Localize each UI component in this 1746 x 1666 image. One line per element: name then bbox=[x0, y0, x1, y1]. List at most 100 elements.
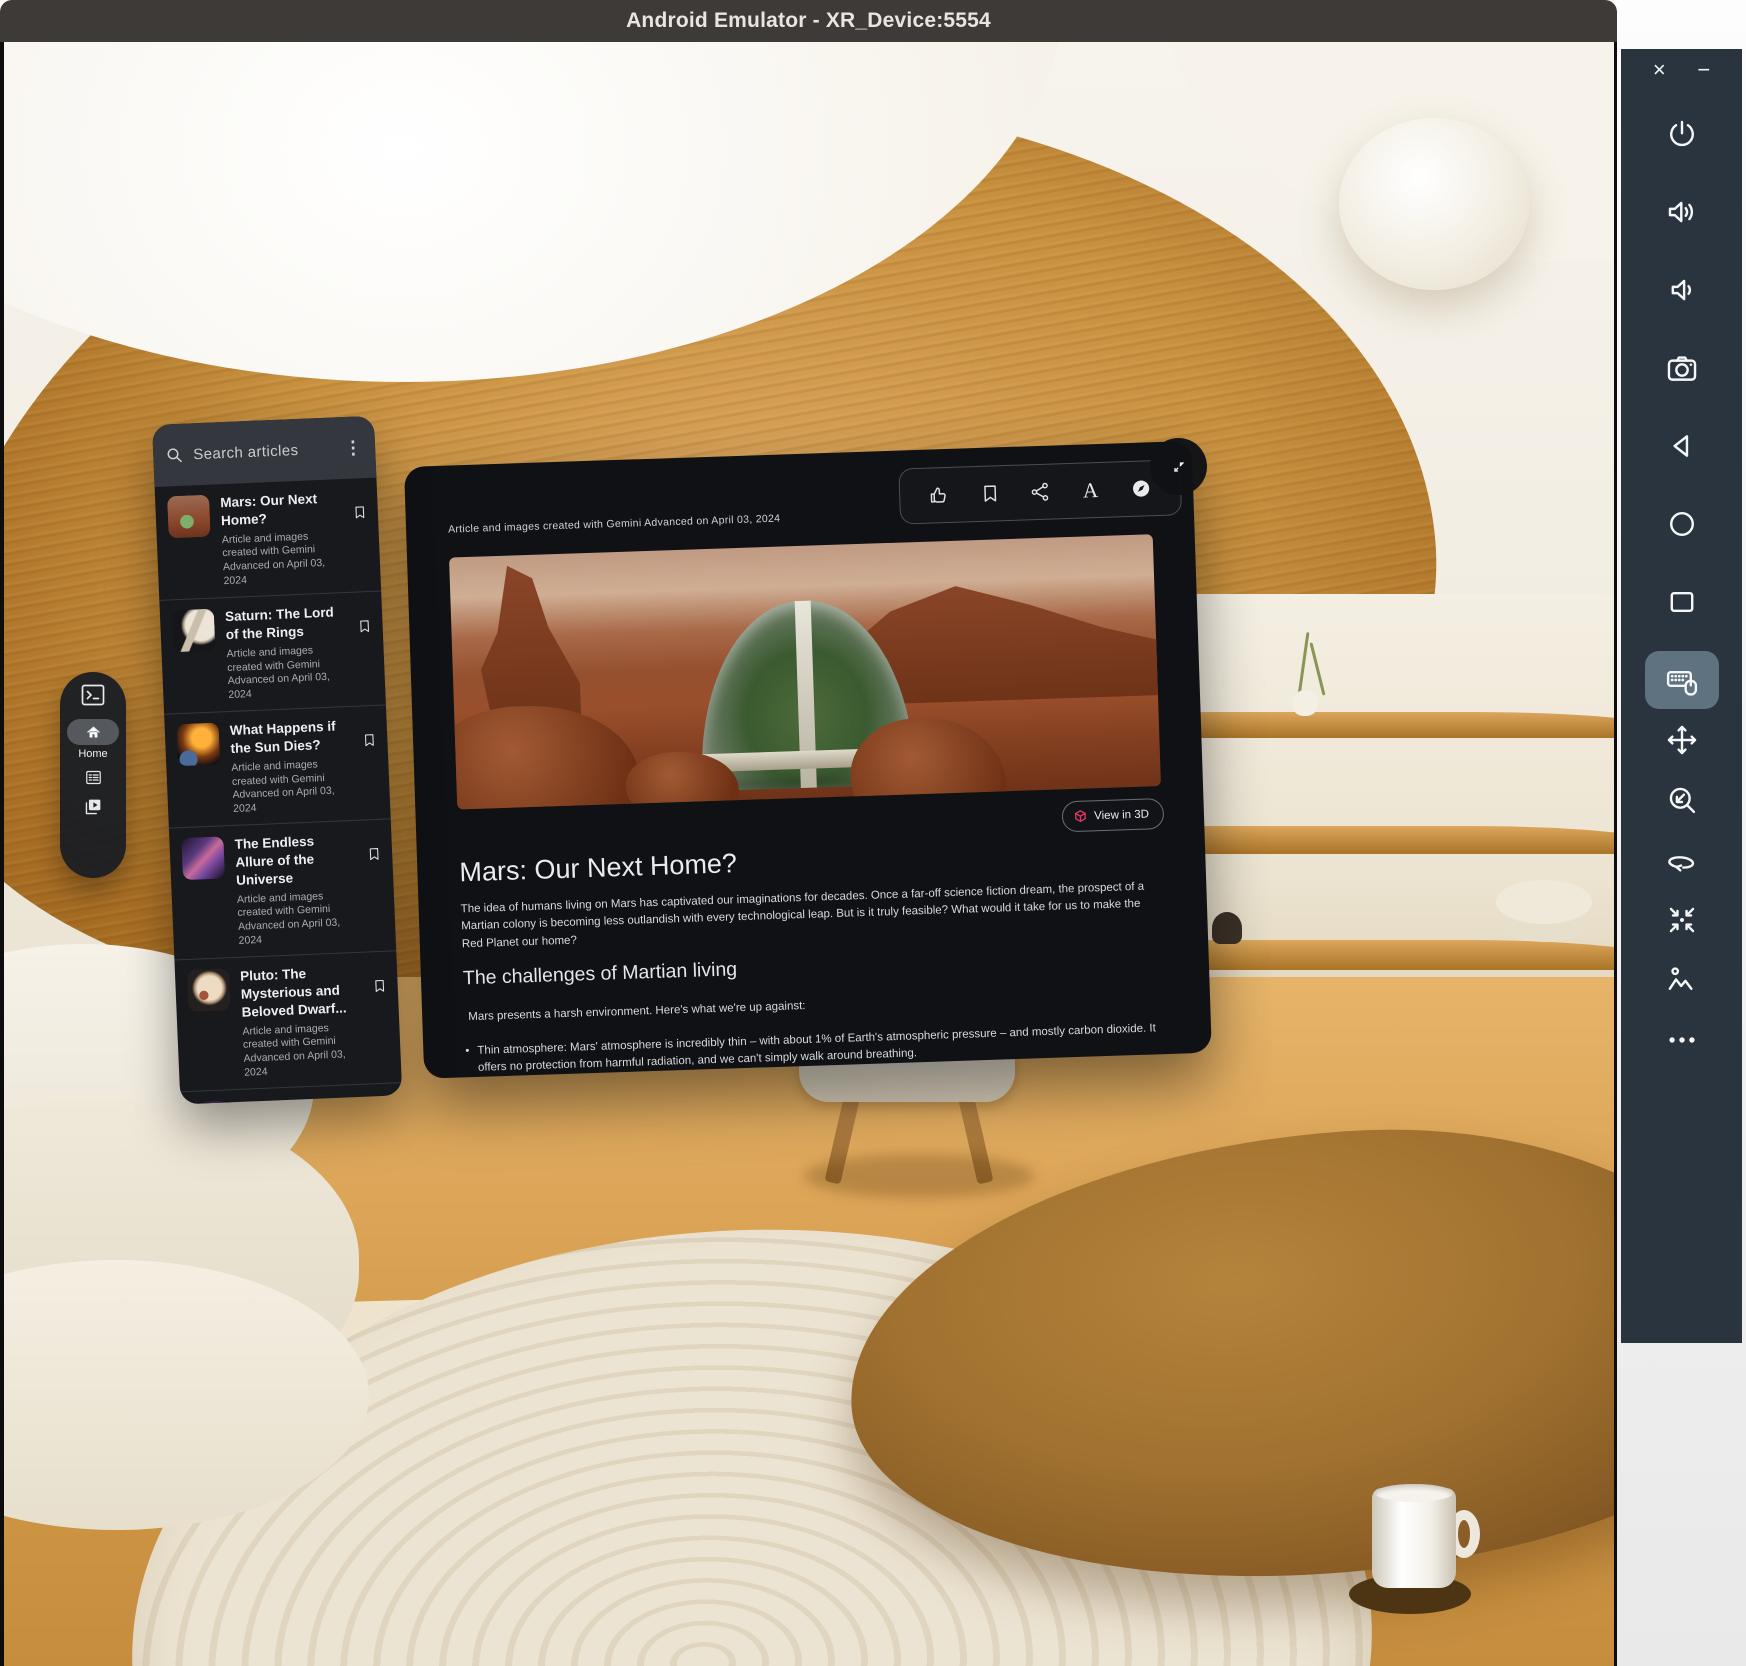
article-toolbar: A bbox=[898, 459, 1182, 524]
font-size-glyph: A bbox=[1083, 479, 1099, 501]
article-thumbnail bbox=[181, 837, 225, 881]
orbit-rotate-icon bbox=[1665, 843, 1699, 877]
volume-up-icon bbox=[1665, 195, 1699, 229]
article-title: Mars: Our Next Home? bbox=[220, 489, 341, 530]
plant-decor bbox=[1298, 632, 1310, 696]
mug-decor bbox=[1372, 1488, 1456, 1588]
list-item[interactable]: The Endless Allure of the Universe Artic… bbox=[169, 820, 396, 961]
motion-icon bbox=[1665, 963, 1699, 997]
keyboard-mouse-icon bbox=[1665, 663, 1699, 697]
terminal-icon[interactable] bbox=[80, 684, 106, 706]
article-thumbnail bbox=[167, 495, 211, 539]
bookmark-icon[interactable] bbox=[361, 732, 378, 749]
back-icon bbox=[1665, 429, 1699, 463]
home-button[interactable] bbox=[1645, 495, 1719, 553]
article-section-intro: Mars presents a harsh environment. Here'… bbox=[468, 1000, 806, 1023]
overview-square-icon bbox=[1665, 585, 1699, 619]
move-icon bbox=[1665, 723, 1699, 757]
collapse-panel-button[interactable] bbox=[1150, 438, 1207, 495]
volume-down-icon bbox=[1665, 273, 1699, 307]
nav-home-button[interactable] bbox=[67, 719, 119, 745]
thumbs-up-button[interactable] bbox=[928, 484, 951, 507]
list-item[interactable]: Mars: Our Next Home? Article and images … bbox=[155, 478, 382, 601]
article-thumbnail bbox=[187, 968, 231, 1012]
volume-up-button[interactable] bbox=[1645, 183, 1719, 241]
article-description: Article and images created with Gemini A… bbox=[222, 529, 344, 589]
home-icon bbox=[85, 724, 102, 741]
article-description: Article and images created with Gemini A… bbox=[242, 1020, 364, 1080]
article-list-panel: Search articles ⋮ Mars: Our Next Home? A… bbox=[152, 416, 402, 1105]
window-titlebar[interactable]: Android Emulator - XR_Device:5554 bbox=[0, 0, 1617, 42]
recenter-button[interactable] bbox=[1645, 891, 1719, 949]
recenter-icon bbox=[1665, 903, 1699, 937]
emulator-window: Android Emulator - XR_Device:5554 bbox=[0, 0, 1746, 1666]
article-description: Article and images created with Gemini A… bbox=[237, 888, 359, 948]
article-thumbnail bbox=[172, 609, 216, 653]
article-title: Pluto: The Mysterious and Beloved Dwarf.… bbox=[240, 963, 362, 1021]
plant-decor bbox=[1310, 642, 1326, 695]
articles-list-icon[interactable] bbox=[85, 769, 102, 786]
article-reader-panel: Article and images created with Gemini A… bbox=[404, 441, 1212, 1079]
bookmark-icon[interactable] bbox=[356, 618, 373, 635]
bookmark-button[interactable] bbox=[978, 482, 1001, 505]
vase-decor bbox=[1292, 690, 1318, 716]
article-intro: The idea of humans living on Mars has ca… bbox=[460, 878, 1161, 953]
emulator-toolbar: × − bbox=[1621, 49, 1742, 1343]
bullet-marker: • bbox=[465, 1043, 470, 1078]
power-button[interactable] bbox=[1645, 105, 1719, 163]
article-thumbnail bbox=[177, 723, 221, 767]
explore-globe-button[interactable] bbox=[1130, 477, 1153, 500]
search-input[interactable]: Search articles bbox=[193, 440, 335, 463]
xr-scene-viewport[interactable]: Home Search articles ⋮ bbox=[0, 42, 1617, 1666]
article-title: The Endless Allure of the Universe bbox=[234, 831, 356, 889]
vase-decor bbox=[1212, 912, 1242, 944]
list-item[interactable]: Pluto: The Mysterious and Beloved Dwarf.… bbox=[174, 951, 401, 1092]
pendant-lamp-decor bbox=[1339, 118, 1529, 290]
share-button[interactable] bbox=[1029, 481, 1052, 504]
move-window-button[interactable] bbox=[1645, 711, 1719, 769]
keyboard-mouse-input-button[interactable] bbox=[1645, 651, 1719, 709]
article-attribution: Article and images created with Gemini A… bbox=[448, 513, 781, 536]
screenshot-button[interactable] bbox=[1645, 339, 1719, 397]
chair-shadow-decor bbox=[804, 1154, 1034, 1198]
article-description: Article and images created with Gemini A… bbox=[231, 757, 353, 817]
more-menu-icon[interactable]: ⋮ bbox=[344, 437, 364, 459]
article-heading: Mars: Our Next Home? bbox=[459, 848, 737, 888]
more-dots-icon bbox=[1665, 1023, 1699, 1057]
window-title: Android Emulator - XR_Device:5554 bbox=[626, 9, 991, 33]
nav-home-label: Home bbox=[78, 748, 107, 760]
bookmark-icon[interactable] bbox=[366, 846, 383, 863]
power-icon bbox=[1665, 117, 1699, 151]
stool-decor bbox=[1496, 880, 1592, 924]
more-options-button[interactable] bbox=[1645, 1011, 1719, 1069]
article-title: Saturn: The Lord of the Rings bbox=[225, 603, 346, 644]
search-bar[interactable]: Search articles ⋮ bbox=[152, 416, 376, 487]
overview-button[interactable] bbox=[1645, 573, 1719, 631]
article-title: What Happens if the Sun Dies? bbox=[230, 717, 351, 758]
list-item[interactable]: Saturn: The Lord of the Rings Article an… bbox=[159, 592, 386, 715]
volume-down-button[interactable] bbox=[1645, 261, 1719, 319]
cube-3d-icon bbox=[1073, 809, 1088, 824]
font-size-button[interactable]: A bbox=[1079, 479, 1102, 502]
minimize-button[interactable]: − bbox=[1697, 59, 1710, 81]
zoom-reset-icon bbox=[1665, 783, 1699, 817]
xr-nav-rail[interactable]: Home bbox=[60, 672, 126, 878]
view-in-3d-button[interactable]: View in 3D bbox=[1062, 798, 1165, 832]
article-section-heading: The challenges of Martian living bbox=[463, 958, 738, 990]
back-button[interactable] bbox=[1645, 417, 1719, 475]
rotate-view-button[interactable] bbox=[1645, 831, 1719, 889]
camera-icon bbox=[1665, 351, 1699, 385]
zoom-reset-button[interactable] bbox=[1645, 771, 1719, 829]
media-library-icon[interactable] bbox=[83, 798, 103, 816]
hero-rock bbox=[449, 703, 642, 810]
bookmark-icon[interactable] bbox=[352, 504, 369, 521]
motion-tracking-button[interactable] bbox=[1645, 951, 1719, 1009]
list-item[interactable]: What Happens if the Sun Dies? Article an… bbox=[164, 706, 391, 829]
search-icon bbox=[165, 446, 184, 465]
view-in-3d-label: View in 3D bbox=[1094, 808, 1149, 822]
close-button[interactable]: × bbox=[1653, 59, 1666, 81]
home-circle-icon bbox=[1665, 507, 1699, 541]
article-description: Article and images created with Gemini A… bbox=[226, 643, 348, 703]
bookmark-icon[interactable] bbox=[371, 978, 388, 995]
collapse-icon bbox=[1169, 457, 1189, 477]
